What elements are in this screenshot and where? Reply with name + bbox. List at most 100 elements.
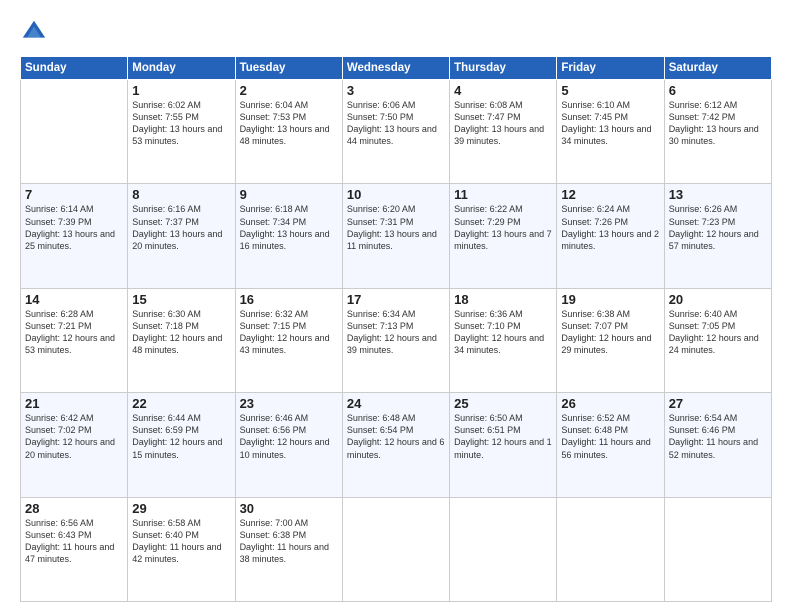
day-number: 2 xyxy=(240,83,338,98)
day-number: 13 xyxy=(669,187,767,202)
calendar-cell xyxy=(21,80,128,184)
calendar-cell: 21 Sunrise: 6:42 AM Sunset: 7:02 PM Dayl… xyxy=(21,393,128,497)
day-number: 6 xyxy=(669,83,767,98)
day-info: Sunrise: 6:48 AM Sunset: 6:54 PM Dayligh… xyxy=(347,412,445,461)
day-number: 17 xyxy=(347,292,445,307)
calendar-cell: 4 Sunrise: 6:08 AM Sunset: 7:47 PM Dayli… xyxy=(450,80,557,184)
day-number: 10 xyxy=(347,187,445,202)
day-info: Sunrise: 6:54 AM Sunset: 6:46 PM Dayligh… xyxy=(669,412,767,461)
calendar-cell: 18 Sunrise: 6:36 AM Sunset: 7:10 PM Dayl… xyxy=(450,288,557,392)
day-header-thursday: Thursday xyxy=(450,57,557,80)
day-number: 25 xyxy=(454,396,552,411)
calendar-week-row: 21 Sunrise: 6:42 AM Sunset: 7:02 PM Dayl… xyxy=(21,393,772,497)
day-header-friday: Friday xyxy=(557,57,664,80)
calendar-cell: 30 Sunrise: 7:00 AM Sunset: 6:38 PM Dayl… xyxy=(235,497,342,601)
day-number: 15 xyxy=(132,292,230,307)
calendar-cell: 7 Sunrise: 6:14 AM Sunset: 7:39 PM Dayli… xyxy=(21,184,128,288)
day-number: 11 xyxy=(454,187,552,202)
calendar-cell xyxy=(557,497,664,601)
calendar-week-row: 7 Sunrise: 6:14 AM Sunset: 7:39 PM Dayli… xyxy=(21,184,772,288)
day-info: Sunrise: 6:04 AM Sunset: 7:53 PM Dayligh… xyxy=(240,99,338,148)
calendar-cell: 19 Sunrise: 6:38 AM Sunset: 7:07 PM Dayl… xyxy=(557,288,664,392)
day-number: 20 xyxy=(669,292,767,307)
day-info: Sunrise: 6:20 AM Sunset: 7:31 PM Dayligh… xyxy=(347,203,445,252)
calendar-cell: 1 Sunrise: 6:02 AM Sunset: 7:55 PM Dayli… xyxy=(128,80,235,184)
calendar-table: SundayMondayTuesdayWednesdayThursdayFrid… xyxy=(20,56,772,602)
day-number: 16 xyxy=(240,292,338,307)
logo-icon xyxy=(20,18,48,46)
calendar-cell: 9 Sunrise: 6:18 AM Sunset: 7:34 PM Dayli… xyxy=(235,184,342,288)
day-info: Sunrise: 6:30 AM Sunset: 7:18 PM Dayligh… xyxy=(132,308,230,357)
day-number: 28 xyxy=(25,501,123,516)
day-number: 29 xyxy=(132,501,230,516)
day-info: Sunrise: 6:56 AM Sunset: 6:43 PM Dayligh… xyxy=(25,517,123,566)
day-number: 12 xyxy=(561,187,659,202)
calendar-cell: 5 Sunrise: 6:10 AM Sunset: 7:45 PM Dayli… xyxy=(557,80,664,184)
day-info: Sunrise: 6:02 AM Sunset: 7:55 PM Dayligh… xyxy=(132,99,230,148)
day-number: 9 xyxy=(240,187,338,202)
day-number: 1 xyxy=(132,83,230,98)
calendar-cell: 17 Sunrise: 6:34 AM Sunset: 7:13 PM Dayl… xyxy=(342,288,449,392)
calendar-cell: 3 Sunrise: 6:06 AM Sunset: 7:50 PM Dayli… xyxy=(342,80,449,184)
calendar-header-row: SundayMondayTuesdayWednesdayThursdayFrid… xyxy=(21,57,772,80)
calendar-cell: 16 Sunrise: 6:32 AM Sunset: 7:15 PM Dayl… xyxy=(235,288,342,392)
day-info: Sunrise: 6:46 AM Sunset: 6:56 PM Dayligh… xyxy=(240,412,338,461)
calendar-cell: 11 Sunrise: 6:22 AM Sunset: 7:29 PM Dayl… xyxy=(450,184,557,288)
day-number: 24 xyxy=(347,396,445,411)
calendar-cell: 15 Sunrise: 6:30 AM Sunset: 7:18 PM Dayl… xyxy=(128,288,235,392)
logo xyxy=(20,18,52,46)
day-number: 8 xyxy=(132,187,230,202)
calendar-cell: 2 Sunrise: 6:04 AM Sunset: 7:53 PM Dayli… xyxy=(235,80,342,184)
day-info: Sunrise: 6:16 AM Sunset: 7:37 PM Dayligh… xyxy=(132,203,230,252)
day-number: 21 xyxy=(25,396,123,411)
calendar-cell: 24 Sunrise: 6:48 AM Sunset: 6:54 PM Dayl… xyxy=(342,393,449,497)
day-number: 3 xyxy=(347,83,445,98)
day-info: Sunrise: 6:24 AM Sunset: 7:26 PM Dayligh… xyxy=(561,203,659,252)
day-number: 7 xyxy=(25,187,123,202)
calendar-cell xyxy=(342,497,449,601)
day-header-monday: Monday xyxy=(128,57,235,80)
day-number: 5 xyxy=(561,83,659,98)
day-info: Sunrise: 6:40 AM Sunset: 7:05 PM Dayligh… xyxy=(669,308,767,357)
calendar-cell: 8 Sunrise: 6:16 AM Sunset: 7:37 PM Dayli… xyxy=(128,184,235,288)
day-number: 22 xyxy=(132,396,230,411)
day-number: 30 xyxy=(240,501,338,516)
day-info: Sunrise: 6:34 AM Sunset: 7:13 PM Dayligh… xyxy=(347,308,445,357)
calendar-cell: 29 Sunrise: 6:58 AM Sunset: 6:40 PM Dayl… xyxy=(128,497,235,601)
calendar-cell xyxy=(664,497,771,601)
calendar-cell: 28 Sunrise: 6:56 AM Sunset: 6:43 PM Dayl… xyxy=(21,497,128,601)
calendar-cell: 25 Sunrise: 6:50 AM Sunset: 6:51 PM Dayl… xyxy=(450,393,557,497)
header xyxy=(20,18,772,46)
calendar-cell: 6 Sunrise: 6:12 AM Sunset: 7:42 PM Dayli… xyxy=(664,80,771,184)
day-info: Sunrise: 6:28 AM Sunset: 7:21 PM Dayligh… xyxy=(25,308,123,357)
day-info: Sunrise: 6:22 AM Sunset: 7:29 PM Dayligh… xyxy=(454,203,552,252)
day-number: 18 xyxy=(454,292,552,307)
calendar-cell: 26 Sunrise: 6:52 AM Sunset: 6:48 PM Dayl… xyxy=(557,393,664,497)
calendar-cell: 14 Sunrise: 6:28 AM Sunset: 7:21 PM Dayl… xyxy=(21,288,128,392)
calendar-cell: 20 Sunrise: 6:40 AM Sunset: 7:05 PM Dayl… xyxy=(664,288,771,392)
day-header-saturday: Saturday xyxy=(664,57,771,80)
day-info: Sunrise: 6:58 AM Sunset: 6:40 PM Dayligh… xyxy=(132,517,230,566)
calendar-week-row: 28 Sunrise: 6:56 AM Sunset: 6:43 PM Dayl… xyxy=(21,497,772,601)
calendar-cell: 22 Sunrise: 6:44 AM Sunset: 6:59 PM Dayl… xyxy=(128,393,235,497)
day-info: Sunrise: 6:06 AM Sunset: 7:50 PM Dayligh… xyxy=(347,99,445,148)
day-info: Sunrise: 7:00 AM Sunset: 6:38 PM Dayligh… xyxy=(240,517,338,566)
day-header-wednesday: Wednesday xyxy=(342,57,449,80)
day-header-tuesday: Tuesday xyxy=(235,57,342,80)
day-number: 26 xyxy=(561,396,659,411)
day-number: 19 xyxy=(561,292,659,307)
day-number: 14 xyxy=(25,292,123,307)
calendar-cell xyxy=(450,497,557,601)
day-info: Sunrise: 6:26 AM Sunset: 7:23 PM Dayligh… xyxy=(669,203,767,252)
day-info: Sunrise: 6:42 AM Sunset: 7:02 PM Dayligh… xyxy=(25,412,123,461)
page: SundayMondayTuesdayWednesdayThursdayFrid… xyxy=(0,0,792,612)
day-number: 27 xyxy=(669,396,767,411)
day-info: Sunrise: 6:44 AM Sunset: 6:59 PM Dayligh… xyxy=(132,412,230,461)
day-number: 23 xyxy=(240,396,338,411)
day-info: Sunrise: 6:12 AM Sunset: 7:42 PM Dayligh… xyxy=(669,99,767,148)
day-info: Sunrise: 6:52 AM Sunset: 6:48 PM Dayligh… xyxy=(561,412,659,461)
calendar-week-row: 1 Sunrise: 6:02 AM Sunset: 7:55 PM Dayli… xyxy=(21,80,772,184)
calendar-cell: 10 Sunrise: 6:20 AM Sunset: 7:31 PM Dayl… xyxy=(342,184,449,288)
day-info: Sunrise: 6:50 AM Sunset: 6:51 PM Dayligh… xyxy=(454,412,552,461)
day-info: Sunrise: 6:14 AM Sunset: 7:39 PM Dayligh… xyxy=(25,203,123,252)
